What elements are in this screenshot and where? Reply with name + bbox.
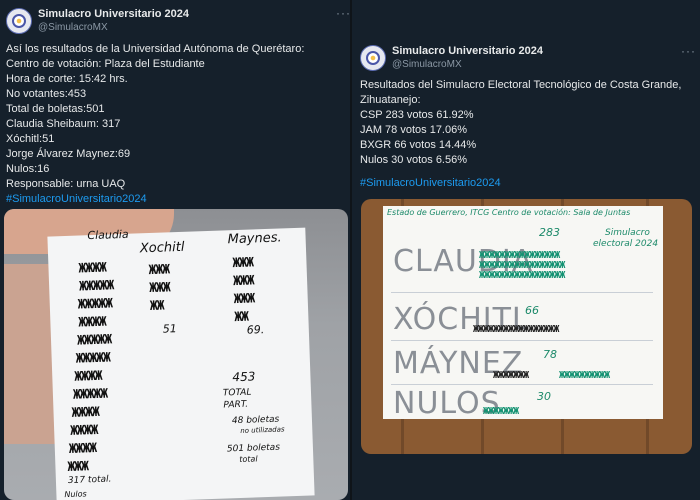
text-line: Jorge Álvarez Maynez:69 [6,148,131,160]
tally-marks: ЖЖЖЖЖЖЖ [483,406,519,417]
avatar[interactable] [360,45,386,71]
logo-icon [366,51,380,65]
tally-marks: ЖЖЖЖЖЖЖЖЖЖ [559,370,610,381]
logo-icon [12,14,26,28]
board-label: Simulacro [605,228,650,238]
tweet-header: Simulacro Universitario 2024 @SimulacroM… [360,45,543,71]
tweet-photo[interactable]: Estado de Guerrero, ITCG Centro de votac… [361,199,692,454]
tally-marks: ЖЖЖЖ [69,422,98,439]
text-line: Nulos 30 votos 6.56% [360,154,468,166]
board-label: electoral 2024 [593,239,659,249]
tweet-text: Así los resultados de la Universidad Aut… [6,42,304,207]
tally-marks: ЖЖЖЖЖЖЖЖЖЖЖЖЖЖЖЖЖ [479,270,565,281]
text-line: Claudia Sheibaum: 317 [6,118,121,130]
handle[interactable]: @SimulacroMX [38,21,189,34]
tally-marks: ЖЖЖЖ [78,260,107,277]
count-xochitl: 66 [525,304,539,317]
text-line: BXGR 66 votos 14.44% [360,139,477,151]
tally-marks: ЖЖЖЖЖЖЖ [493,370,529,381]
text-line: No votantes:453 [6,88,87,100]
text-line: Xóchitl:51 [6,133,55,145]
text-line: Resultados del Simulacro Electoral Tecno… [360,79,682,91]
count-nulos: 30 [537,390,551,403]
tally-marks: ЖЖЖ [233,291,255,308]
claudia-total-label: 317 total. [67,474,112,487]
more-options-icon[interactable]: ··· [336,6,350,20]
board-header: Estado de Guerrero, ITCG Centro de votac… [387,208,631,217]
total-part-label: PART. [223,399,249,411]
more-options-icon[interactable]: ··· [681,44,696,58]
unused-ballots-label: no utilizadas [240,425,285,435]
total-part-label: TOTAL [222,387,252,399]
tally-marks: ЖЖЖ [148,262,170,279]
divider-line [391,340,653,341]
tweet-header: Simulacro Universitario 2024 @SimulacroM… [6,8,189,34]
divider-line [391,384,653,385]
tally-marks: ЖЖЖ [67,459,89,476]
tally-marks: ЖЖЖЖ [71,404,100,421]
tally-marks: ЖЖЖЖЖ [72,386,108,403]
tweet-left[interactable]: Simulacro Universitario 2024 @SimulacroM… [0,0,350,500]
avatar[interactable] [6,8,32,34]
sheet-label: Xochitl [139,239,185,257]
tweet-photo[interactable]: Claudia Xochitl Maynes. ЖЖЖЖ ЖЖЖЖЖ ЖЖЖЖЖ… [4,209,348,500]
text-line: CSP 283 votos 61.92% [360,109,474,121]
tally-marks: ЖЖЖ [232,255,254,272]
text-line: Así los resultados de la Universidad Aut… [6,43,305,55]
tally-marks: ЖЖЖЖЖЖЖЖЖЖЖЖЖЖЖЖЖ [473,324,559,335]
text-line: Total de boletas:501 [6,103,105,115]
text-line: Centro de votación: Plaza del Estudiante [6,58,205,70]
count-xochitl: 51 [162,322,177,336]
tally-sheet: Claudia Xochitl Maynes. ЖЖЖЖ ЖЖЖЖЖ ЖЖЖЖЖ… [47,227,315,500]
tally-marks: ЖЖЖЖ [74,368,102,385]
count-maynez: 78 [543,348,557,361]
tally-marks: ЖЖЖ [149,280,171,297]
tally-marks: ЖЖЖЖЖ [76,332,112,349]
text-line: JAM 78 votos 17.06% [360,124,468,136]
count-maynez: 69. [246,323,265,337]
unused-ballots-label: 48 boletas [231,414,280,427]
hashtag-link[interactable]: #SimulacroUniversitario2024 [360,176,681,191]
text-line: Zihuatanejo: [360,94,421,106]
tweet-text: Resultados del Simulacro Electoral Tecno… [360,78,681,191]
no-votantes-count: 453 [232,369,256,385]
tally-marks: ЖЖЖЖ [78,314,106,331]
tally-marks: ЖЖЖЖ [68,441,97,457]
nulos-label: Nulos [64,489,87,500]
tally-board: Estado de Guerrero, ITCG Centro de votac… [383,206,663,421]
tally-marks: ЖЖЖЖЖ [78,278,114,295]
sheet-label: Maynes. [227,230,282,248]
display-name[interactable]: Simulacro Universitario 2024 [392,45,543,58]
tally-marks: ЖЖЖЖЖ [75,350,111,367]
text-line: Nulos:16 [6,163,50,175]
count-claudia: 283 [539,226,560,239]
sheet-label: Claudia [87,227,129,243]
handle[interactable]: @SimulacroMX [392,58,543,71]
tally-marks: ЖЖЖЖЖ [77,296,113,313]
hashtag-link[interactable]: #SimulacroUniversitario2024 [6,192,304,207]
divider-line [391,292,653,293]
total-ballots-label: 501 boletas [226,442,281,455]
total-ballots-label: total [239,454,258,465]
text-line: Responsable: urna UAQ [6,178,126,190]
tally-marks: ЖЖ [149,298,164,315]
tally-marks: ЖЖЖ [232,273,254,290]
text-line: Hora de corte: 15:42 hrs. [6,73,128,85]
display-name[interactable]: Simulacro Universitario 2024 [38,8,189,21]
